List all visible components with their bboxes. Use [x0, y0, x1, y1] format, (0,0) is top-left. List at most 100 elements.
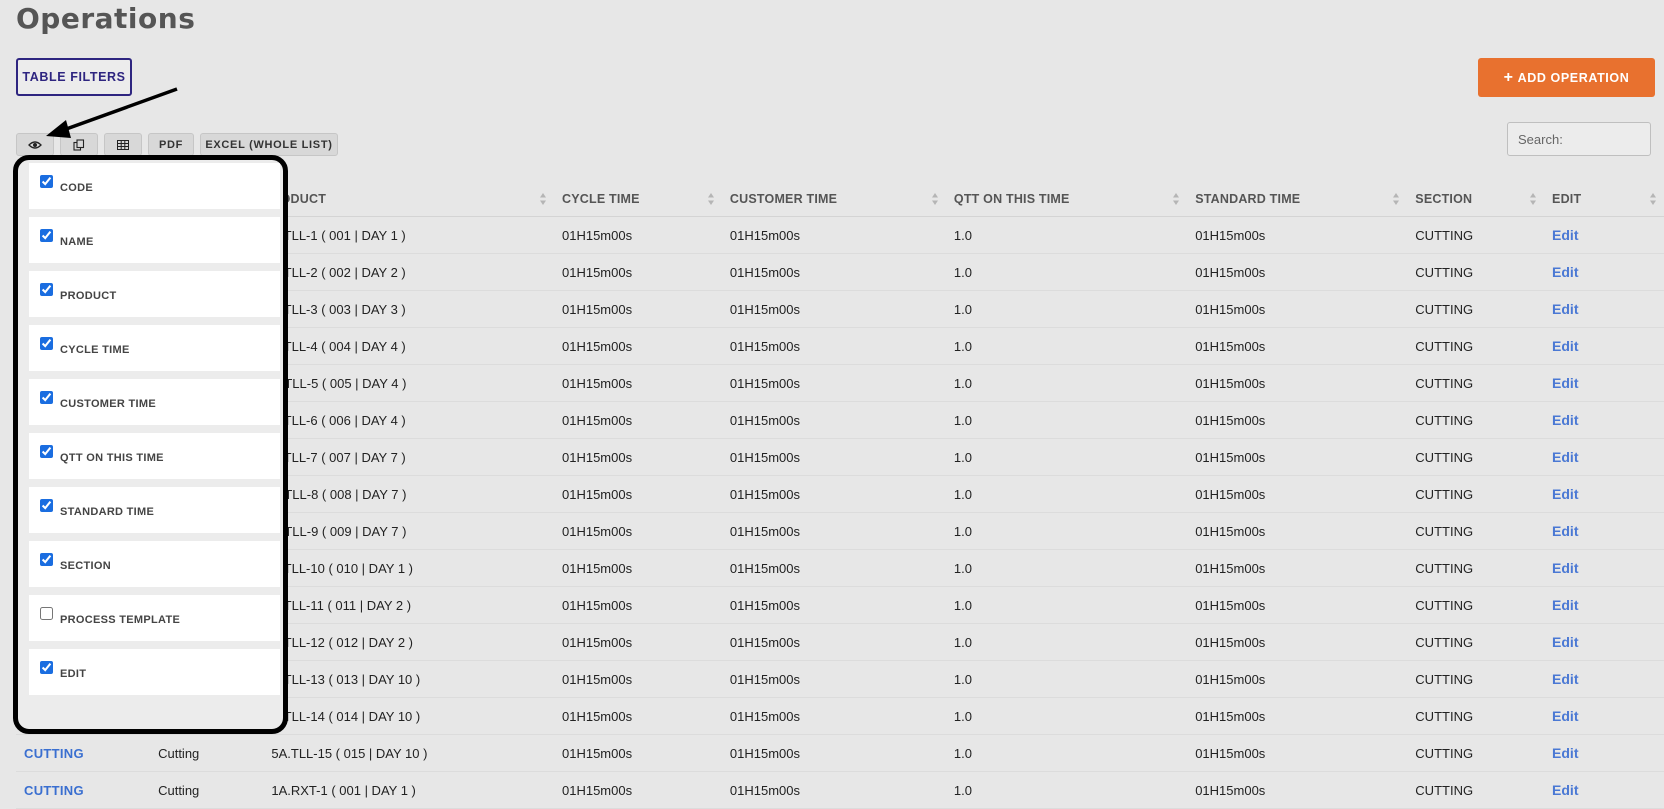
column-header-cycle-time[interactable]: CYCLE TIME — [554, 182, 722, 217]
edit-link[interactable]: Edit — [1544, 586, 1664, 624]
product-cell: B.TLL-14 ( 014 | DAY 10 ) — [263, 697, 554, 735]
cycle-time-cell: 01H15m00s — [554, 549, 722, 587]
edit-link[interactable]: Edit — [1544, 512, 1664, 550]
code-cell[interactable]: CUTTING — [16, 734, 151, 772]
section-cell: CUTTING — [1407, 734, 1545, 772]
qtt-cell: 1.0 — [945, 475, 1188, 513]
column-toggle-checkbox[interactable] — [40, 552, 53, 566]
edit-link[interactable]: Edit — [1544, 327, 1664, 365]
section-cell: CUTTING — [1407, 512, 1545, 550]
sort-icon — [1530, 193, 1537, 205]
edit-link[interactable]: Edit — [1544, 660, 1664, 698]
product-cell: A.TLL-4 ( 004 | DAY 4 ) — [263, 327, 554, 365]
add-operation-label: ADD OPERATION — [1517, 70, 1630, 85]
column-toggle-checkbox[interactable] — [40, 228, 53, 242]
column-toggle-edit[interactable]: EDIT — [29, 649, 280, 695]
edit-link[interactable]: Edit — [1544, 697, 1664, 735]
edit-link[interactable]: Edit — [1544, 549, 1664, 587]
qtt-cell: 1.0 — [945, 327, 1188, 365]
column-header-qtt-on-this-time[interactable]: QTT ON THIS TIME — [945, 182, 1188, 217]
standard-time-cell: 01H15m00s — [1187, 660, 1408, 698]
edit-link[interactable]: Edit — [1544, 290, 1664, 328]
sort-icon — [1173, 193, 1180, 205]
add-operation-button[interactable]: + ADD OPERATION — [1478, 58, 1655, 97]
column-toggle-label: NAME — [60, 236, 94, 248]
column-toggle-section[interactable]: SECTION — [29, 541, 280, 587]
edit-link[interactable]: Edit — [1544, 216, 1664, 254]
cycle-time-cell: 01H15m00s — [554, 734, 722, 772]
sort-icon — [931, 193, 938, 205]
standard-time-cell: 01H15m00s — [1187, 697, 1408, 735]
column-toggle-customer-time[interactable]: CUSTOMER TIME — [29, 379, 280, 425]
qtt-cell: 1.0 — [945, 734, 1188, 772]
column-header-label: CYCLE TIME — [562, 192, 640, 206]
edit-link[interactable]: Edit — [1544, 771, 1664, 809]
page-title: Operations — [16, 2, 196, 35]
plus-icon: + — [1503, 68, 1514, 86]
customer-time-cell: 01H15m00s — [721, 364, 946, 402]
column-toggle-label: CODE — [60, 182, 93, 194]
customer-time-cell: 01H15m00s — [721, 401, 946, 439]
cycle-time-cell: 01H15m00s — [554, 216, 722, 254]
code-cell[interactable]: CUTTING — [16, 771, 151, 809]
column-toggle-checkbox[interactable] — [40, 390, 53, 404]
column-header-standard-time[interactable]: STANDARD TIME — [1187, 182, 1408, 217]
search-input[interactable] — [1507, 122, 1651, 156]
edit-link[interactable]: Edit — [1544, 734, 1664, 772]
edit-link[interactable]: Edit — [1544, 364, 1664, 402]
table-row: CUTTING Cutting 1A.RXT-1 ( 001 | DAY 1 ) 01… — [16, 771, 1664, 809]
section-cell: CUTTING — [1407, 327, 1545, 365]
edit-link[interactable]: Edit — [1544, 438, 1664, 476]
product-cell: D.TLL-8 ( 008 | DAY 7 ) — [263, 475, 554, 513]
standard-time-cell: 01H15m00s — [1187, 253, 1408, 291]
column-toggle-qtt-on-this-time[interactable]: QTT ON THIS TIME — [29, 433, 280, 479]
standard-time-cell: 01H15m00s — [1187, 586, 1408, 624]
column-toggle-checkbox[interactable] — [40, 660, 53, 674]
edit-link[interactable]: Edit — [1544, 623, 1664, 661]
column-toggle-process-template[interactable]: PROCESS TEMPLATE — [29, 595, 280, 641]
customer-time-cell: 01H15m00s — [721, 512, 946, 550]
section-cell: CUTTING — [1407, 549, 1545, 587]
column-toggle-checkbox[interactable] — [40, 498, 53, 512]
column-header-label: CUSTOMER TIME — [729, 192, 838, 206]
cycle-time-cell: 01H15m00s — [554, 771, 722, 809]
column-header-product[interactable]: RODUCT — [263, 182, 554, 217]
qtt-cell: 1.0 — [945, 623, 1188, 661]
product-cell: C.TLL-5 ( 005 | DAY 4 ) — [263, 364, 554, 402]
cycle-time-cell: 01H15m00s — [554, 364, 722, 402]
column-visibility-panel: CODE NAME PRODUCT CYCLE TIME CUSTOMER TIME QT… — [13, 155, 288, 734]
standard-time-cell: 01H15m00s — [1187, 216, 1408, 254]
column-toggle-checkbox[interactable] — [40, 606, 53, 620]
column-toggle-label: CUSTOMER TIME — [60, 398, 156, 410]
column-toggle-code[interactable]: CODE — [29, 163, 280, 209]
standard-time-cell: 01H15m00s — [1187, 734, 1408, 772]
excel-button[interactable]: EXCEL (WHOLE LIST) — [200, 133, 338, 156]
column-header-customer-time[interactable]: CUSTOMER TIME — [721, 182, 946, 217]
standard-time-cell: 01H15m00s — [1187, 475, 1408, 513]
name-cell: Cutting — [150, 771, 264, 809]
edit-link[interactable]: Edit — [1544, 401, 1664, 439]
product-cell: 1A.RXT-1 ( 001 | DAY 1 ) — [263, 771, 554, 809]
cycle-time-cell: 01H15m00s — [554, 327, 722, 365]
column-toggle-cycle-time[interactable]: CYCLE TIME — [29, 325, 280, 371]
column-toggle-name[interactable]: NAME — [29, 217, 280, 263]
column-toggle-product[interactable]: PRODUCT — [29, 271, 280, 317]
product-cell: A.TLL-10 ( 010 | DAY 1 ) — [263, 549, 554, 587]
column-toggle-checkbox[interactable] — [40, 174, 53, 188]
column-header-edit[interactable]: EDIT — [1544, 182, 1664, 217]
cycle-time-cell: 01H15m00s — [554, 623, 722, 661]
cycle-time-cell: 01H15m00s — [554, 290, 722, 328]
edit-link[interactable]: Edit — [1544, 253, 1664, 291]
customer-time-cell: 01H15m00s — [721, 327, 946, 365]
standard-time-cell: 01H15m00s — [1187, 327, 1408, 365]
sort-icon — [1650, 193, 1656, 205]
column-toggle-checkbox[interactable] — [40, 282, 53, 296]
customer-time-cell: 01H15m00s — [721, 586, 946, 624]
column-toggle-checkbox[interactable] — [40, 444, 53, 458]
column-toggle-standard-time[interactable]: STANDARD TIME — [29, 487, 280, 533]
product-cell: A.TLL-1 ( 001 | DAY 1 ) — [263, 216, 554, 254]
product-cell: D.TLL-9 ( 009 | DAY 7 ) — [263, 512, 554, 550]
column-toggle-checkbox[interactable] — [40, 336, 53, 350]
edit-link[interactable]: Edit — [1544, 475, 1664, 513]
column-header-section[interactable]: SECTION — [1407, 182, 1545, 217]
